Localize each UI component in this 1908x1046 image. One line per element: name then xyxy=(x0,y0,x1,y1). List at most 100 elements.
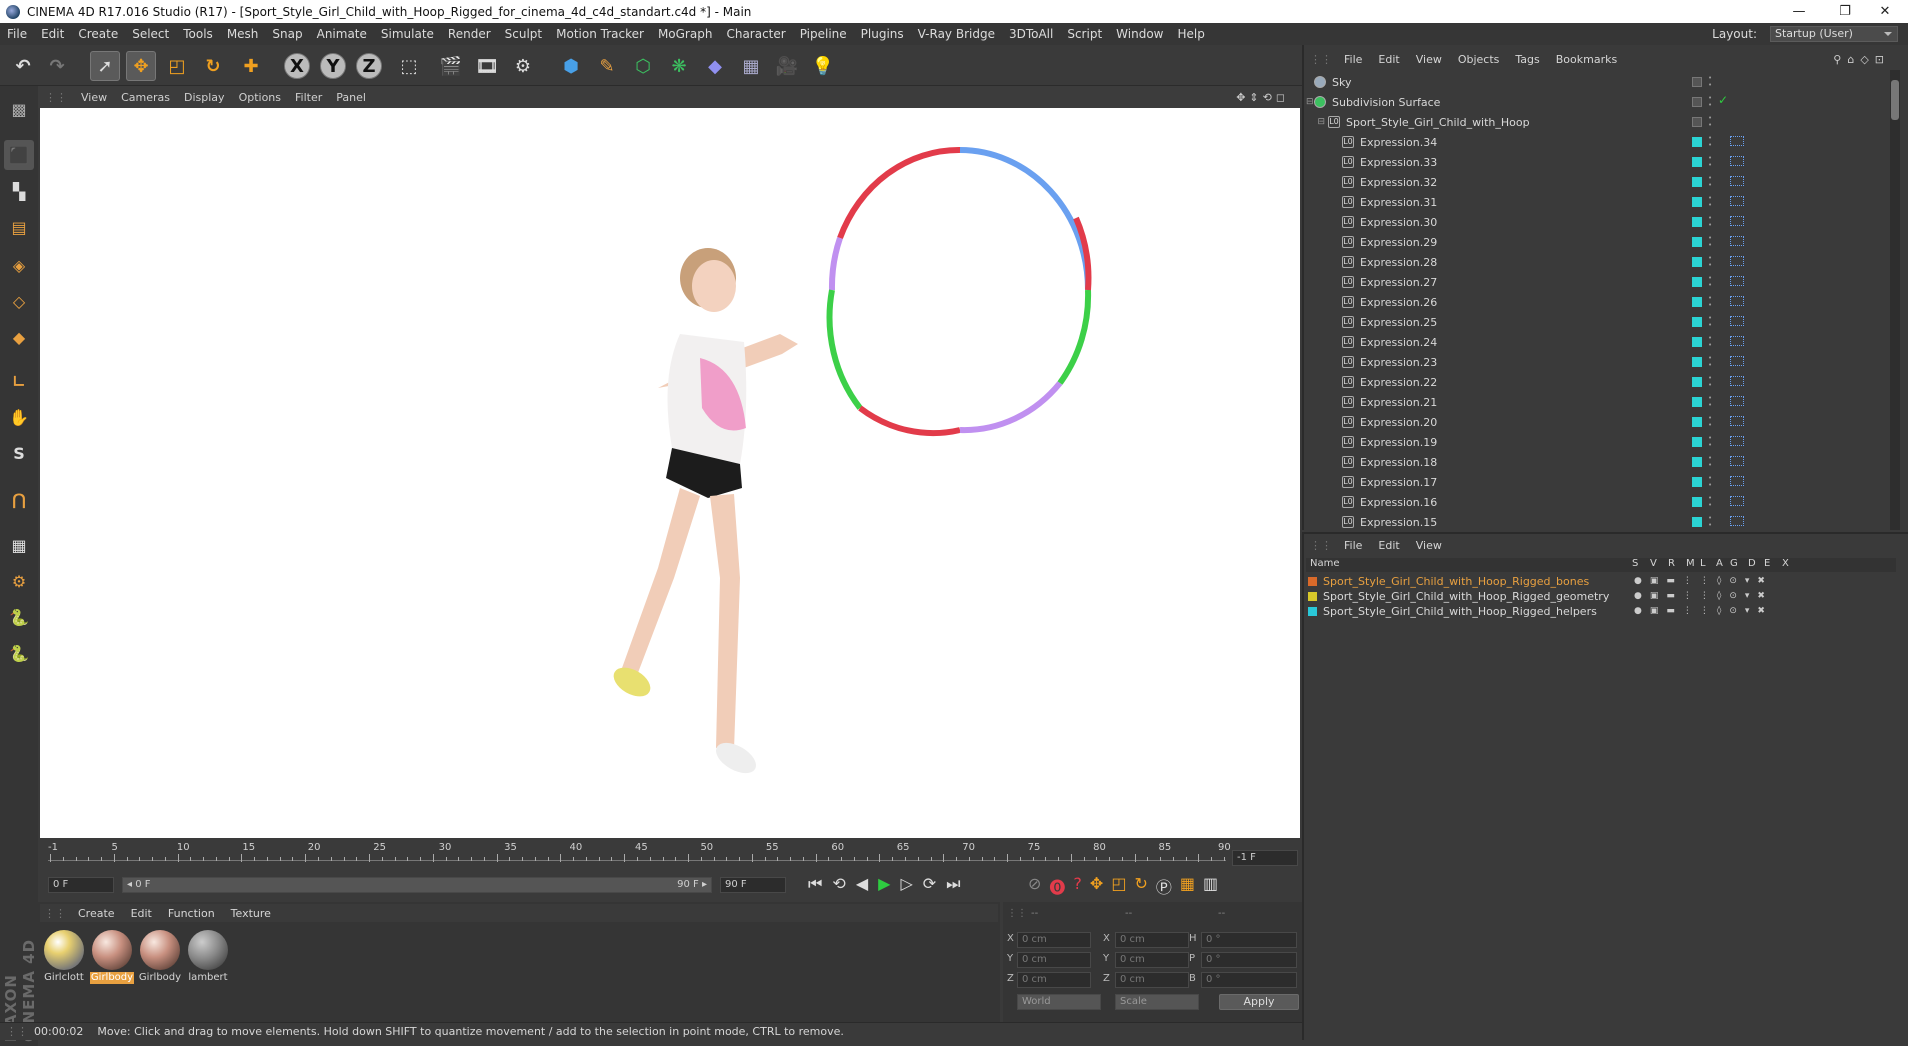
viewport-menu-view[interactable]: View xyxy=(74,91,114,104)
render-visibility-dots[interactable]: • • xyxy=(1708,475,1718,489)
layer-color-swatch[interactable] xyxy=(1308,576,1317,586)
render-visibility-dots[interactable]: • • xyxy=(1708,495,1718,509)
next-key-icon[interactable]: ⟳ xyxy=(923,874,936,894)
layer-flag-icon[interactable]: ▾ xyxy=(1745,591,1750,601)
layer-flag-icon[interactable]: ● xyxy=(1634,576,1642,586)
make-editable-icon[interactable]: ▩ xyxy=(4,94,34,124)
object-row[interactable]: L0 Expression.23 xyxy=(1306,352,1888,372)
subdivision-surface-icon[interactable]: ⬡ xyxy=(628,51,658,81)
render-visibility-dots[interactable]: • • xyxy=(1708,135,1718,149)
render-visibility-dots[interactable]: • • xyxy=(1708,375,1718,389)
light-icon[interactable]: 💡 xyxy=(808,51,838,81)
camera-icon[interactable]: 🎥 xyxy=(772,51,802,81)
expression-tag-icon[interactable] xyxy=(1692,477,1702,487)
render-visibility-dots[interactable]: • • xyxy=(1708,175,1718,189)
expression-tag-icon[interactable] xyxy=(1692,137,1702,147)
render-visibility-dots[interactable]: • • xyxy=(1708,115,1718,129)
cube-primitive-icon[interactable]: ⬢ xyxy=(556,51,586,81)
material-swatch[interactable]: Girlbody xyxy=(138,928,182,984)
object-row[interactable]: ⊟ L0 Sport_Style_Girl_Child_with_Hoop xyxy=(1306,112,1888,132)
expression-tag-icon[interactable] xyxy=(1692,177,1702,187)
menu-motion-tracker[interactable]: Motion Tracker xyxy=(549,27,651,41)
layer-flag-icon[interactable]: ◊ xyxy=(1717,576,1721,586)
expand-toggle-icon[interactable]: ⊟ xyxy=(1306,97,1314,107)
expression-tag-icon[interactable] xyxy=(1692,417,1702,427)
3d-viewport[interactable] xyxy=(40,108,1300,838)
layer-flag-icon[interactable]: ⋮ xyxy=(1683,576,1692,586)
axis-mode-icon[interactable]: ∟ xyxy=(4,366,34,396)
menu-file[interactable]: File xyxy=(0,27,34,41)
layer-flag-icon[interactable]: ▾ xyxy=(1745,576,1750,586)
live-selection-icon[interactable]: ➚ xyxy=(90,51,120,81)
menu-animate[interactable]: Animate xyxy=(310,27,374,41)
menu-plugins[interactable]: Plugins xyxy=(854,27,911,41)
coordinate-system-icon[interactable]: ⬚ xyxy=(394,51,424,81)
workplane-mode-icon[interactable]: ▤ xyxy=(4,212,34,242)
object-row[interactable]: L0 Expression.22 xyxy=(1306,372,1888,392)
render-visibility-dots[interactable]: • • xyxy=(1708,275,1718,289)
viewport-menu-display[interactable]: Display xyxy=(177,91,232,104)
menu-character[interactable]: Character xyxy=(719,27,792,41)
constraint-tag-icon[interactable] xyxy=(1730,216,1744,226)
constraint-tag-icon[interactable] xyxy=(1730,196,1744,206)
previous-key-icon[interactable]: ⟲ xyxy=(832,874,845,894)
viewport-nav-icons[interactable]: ✥⇕⟲◻ xyxy=(1229,91,1296,104)
material-swatch[interactable]: Girlclott xyxy=(42,928,86,984)
viewport-menu-cameras[interactable]: Cameras xyxy=(114,91,177,104)
render-visibility-dots[interactable]: • • xyxy=(1708,255,1718,269)
scale-tool-icon[interactable]: ◰ xyxy=(162,51,192,81)
object-scrollbar[interactable] xyxy=(1890,70,1900,530)
viewport-menu-filter[interactable]: Filter xyxy=(288,91,329,104)
material-menu-function[interactable]: Function xyxy=(160,907,223,920)
frame-range-slider[interactable]: ◂ 0 F 90 F ▸ xyxy=(122,877,712,893)
render-visibility-dots[interactable]: • • xyxy=(1708,395,1718,409)
layout-dropdown[interactable]: Startup (User) xyxy=(1770,26,1898,42)
coord-size-field[interactable]: 0 cm xyxy=(1115,972,1189,988)
record-keys-icon[interactable]: ⓿ xyxy=(1049,874,1065,898)
texture-mode-icon[interactable]: ▚ xyxy=(4,176,34,206)
menu-tools[interactable]: Tools xyxy=(176,27,220,41)
floor-environment-icon[interactable]: ▦ xyxy=(736,51,766,81)
layer-flag-icon[interactable]: ▣ xyxy=(1650,606,1659,616)
python-icon[interactable]: 🐍 xyxy=(4,602,34,632)
previous-frame-icon[interactable]: ◀ xyxy=(856,874,868,894)
next-frame-icon[interactable]: ▷ xyxy=(900,874,912,894)
render-visibility-dots[interactable]: • • xyxy=(1708,435,1718,449)
constraint-tag-icon[interactable] xyxy=(1730,456,1744,466)
menu-simulate[interactable]: Simulate xyxy=(374,27,441,41)
menu-mesh[interactable]: Mesh xyxy=(220,27,266,41)
layer-color-swatch[interactable] xyxy=(1308,606,1317,616)
layer-flag-icon[interactable]: ● xyxy=(1634,591,1642,601)
constraint-tag-icon[interactable] xyxy=(1730,136,1744,146)
spline-pen-icon[interactable]: ✎ xyxy=(592,51,622,81)
expression-tag-icon[interactable] xyxy=(1692,237,1702,247)
object-row[interactable]: L0 Expression.28 xyxy=(1306,252,1888,272)
render-visibility-dots[interactable]: • • xyxy=(1708,95,1718,109)
material-menu-edit[interactable]: Edit xyxy=(123,907,160,920)
render-visibility-dots[interactable]: • • xyxy=(1708,315,1718,329)
editor-visibility-toggle[interactable] xyxy=(1692,77,1702,87)
coord-rotation-field[interactable]: 0 ° xyxy=(1201,972,1297,988)
rotate-tool-icon[interactable]: ↻ xyxy=(198,51,228,81)
object-row[interactable]: L0 Expression.21 xyxy=(1306,392,1888,412)
render-visibility-dots[interactable]: • • xyxy=(1708,455,1718,469)
timeline-ruler[interactable]: -1 5 10 15 20 25 30 35 40 45 50 55 60 65 70 75 80 85 90 -1… xyxy=(40,840,1302,872)
object-row[interactable]: L0 Expression.16 xyxy=(1306,492,1888,512)
object-row[interactable]: L0 Expression.15 xyxy=(1306,512,1888,532)
expression-tag-icon[interactable] xyxy=(1692,277,1702,287)
expression-tag-icon[interactable] xyxy=(1692,497,1702,507)
coord-size-field[interactable]: 0 cm xyxy=(1115,952,1189,968)
object-row[interactable]: L0 Expression.30 xyxy=(1306,212,1888,232)
expand-toggle-icon[interactable]: ⊟ xyxy=(1306,117,1328,127)
layer-flag-icons[interactable]: ● ▣ ▬ ⋮ ⋮ ◊ ⊙ ▾ ✖ xyxy=(1634,606,1765,616)
expression-tag-icon[interactable] xyxy=(1692,377,1702,387)
viewport-menu-panel[interactable]: Panel xyxy=(329,91,373,104)
menu-sculpt[interactable]: Sculpt xyxy=(498,27,549,41)
constraint-tag-icon[interactable] xyxy=(1730,316,1744,326)
render-visibility-dots[interactable]: • • xyxy=(1708,335,1718,349)
model-mode-icon[interactable]: ⬛ xyxy=(4,140,34,170)
object-menu-file[interactable]: File xyxy=(1336,53,1370,66)
layer-flag-icon[interactable]: ⋮ xyxy=(1700,591,1709,601)
menu-3dtoall[interactable]: 3DToAll xyxy=(1002,27,1060,41)
end-frame-field[interactable]: 90 F xyxy=(720,877,786,893)
